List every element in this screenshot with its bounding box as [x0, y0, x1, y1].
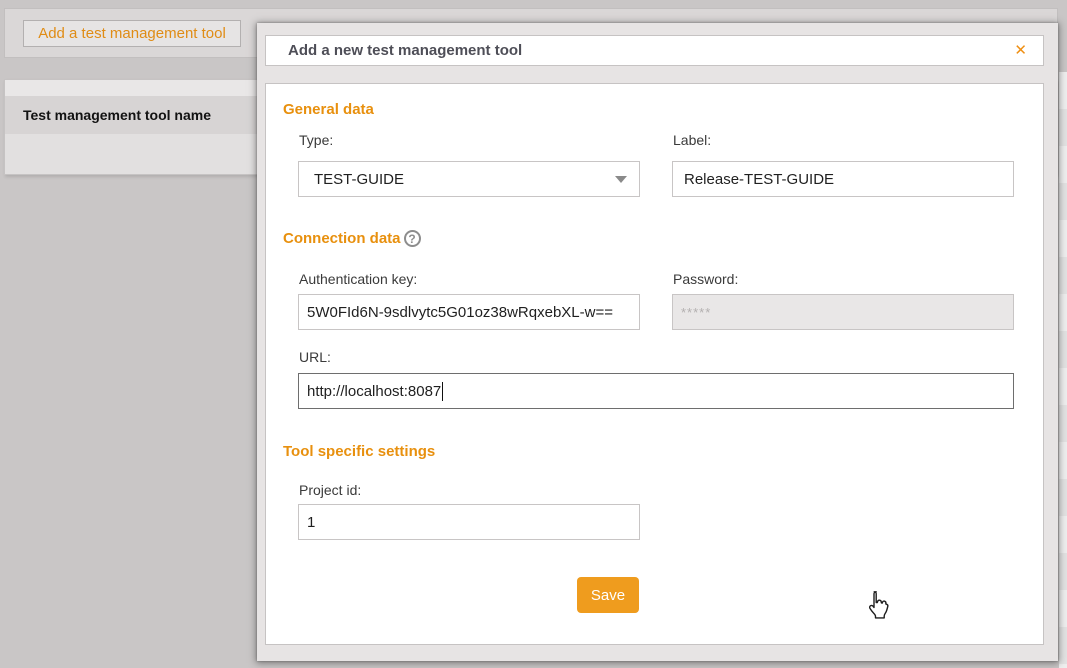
page-background: Add a test management tool Test manageme…	[0, 0, 1067, 668]
url-label: URL:	[299, 349, 331, 365]
background-table-strip	[1059, 72, 1067, 668]
dialog-body: General data Type: TEST-GUIDE Label: Con…	[265, 83, 1044, 645]
general-data-heading: General data	[283, 101, 374, 118]
dialog-title: Add a new test management tool	[266, 42, 522, 59]
connection-heading-text: Connection data	[283, 230, 401, 247]
url-field-value: http://localhost:8087	[307, 383, 441, 400]
project-id-label: Project id:	[299, 482, 361, 498]
project-id-field[interactable]	[298, 504, 640, 540]
dialog-titlebar: Add a new test management tool ✕	[265, 35, 1044, 66]
add-test-management-tool-button[interactable]: Add a test management tool	[23, 20, 241, 47]
text-cursor	[442, 382, 443, 401]
type-select[interactable]: TEST-GUIDE	[298, 161, 640, 197]
label-label: Label:	[673, 132, 711, 148]
password-field	[672, 294, 1014, 330]
label-field[interactable]	[672, 161, 1014, 197]
url-field[interactable]: http://localhost:8087	[298, 373, 1014, 409]
mouse-cursor-icon	[864, 590, 892, 622]
save-button[interactable]: Save	[577, 577, 639, 613]
chevron-down-icon	[615, 176, 627, 183]
password-label: Password:	[673, 271, 738, 287]
connection-data-heading: Connection data ?	[283, 230, 421, 247]
tool-specific-settings-heading: Tool specific settings	[283, 443, 435, 460]
add-tool-dialog: Add a new test management tool ✕ General…	[257, 23, 1058, 661]
type-label: Type:	[299, 132, 333, 148]
auth-key-label: Authentication key:	[299, 271, 417, 287]
auth-key-field[interactable]	[298, 294, 640, 330]
close-icon[interactable]: ✕	[1014, 43, 1027, 58]
type-select-value: TEST-GUIDE	[314, 171, 404, 188]
help-icon[interactable]: ?	[404, 230, 421, 247]
